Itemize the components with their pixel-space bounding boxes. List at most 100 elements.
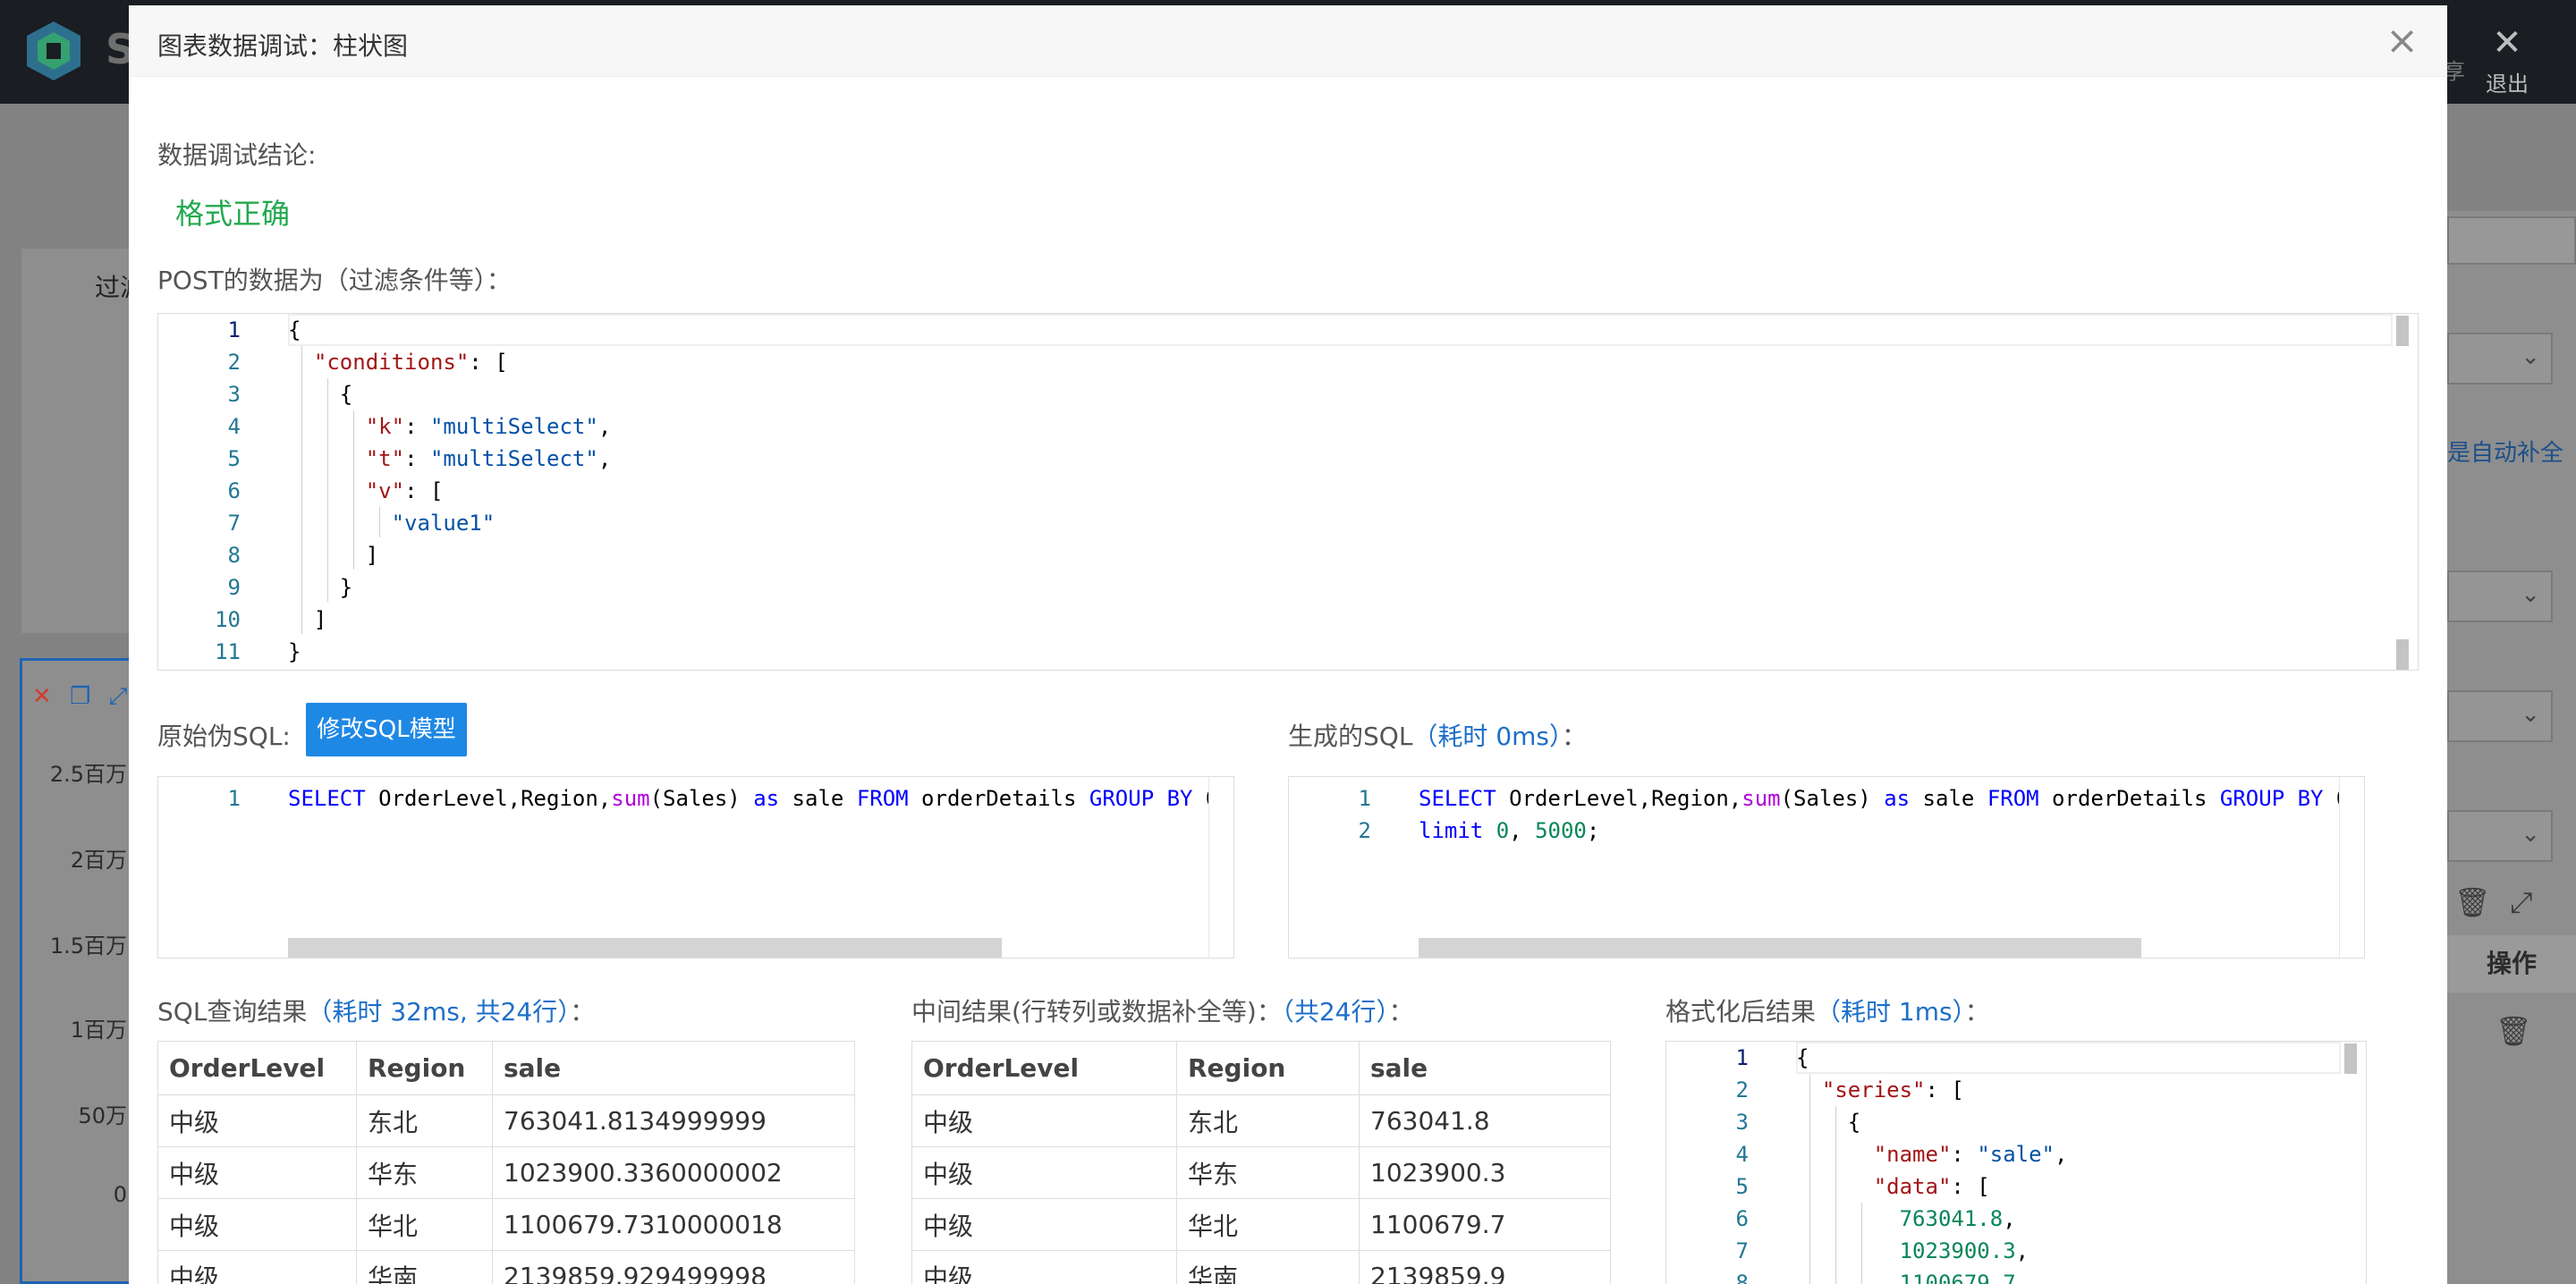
config-input[interactable] (2447, 216, 2576, 265)
code-line: 1100679.7, (1796, 1267, 2366, 1284)
json-string: "sale" (1977, 1142, 2055, 1167)
code-area[interactable]: SELECT OrderLevel,Region,sum(Sales) as s… (288, 777, 1208, 958)
json-key: "v" (365, 478, 405, 503)
line-number: 8 (227, 543, 241, 568)
config-select[interactable]: ⌄ (2447, 690, 2553, 742)
table-cell: 1100679.7310000018 (492, 1198, 855, 1251)
line-number: 6 (227, 478, 241, 503)
post-data-editor[interactable]: 1 2 3 4 5 6 7 8 9 10 11 { "conditions": … (157, 313, 2419, 671)
chevron-down-icon: ⌄ (2521, 821, 2540, 848)
exit-label: 退出 (2486, 72, 2529, 97)
sql-keyword: GROUP BY (1089, 786, 1193, 811)
config-select[interactable]: ⌄ (2447, 333, 2553, 384)
column-header: Region (356, 1041, 493, 1095)
table-cell: 中级 (157, 1094, 357, 1147)
code-area[interactable]: { "series": [ { "name": "sale", "data": … (1796, 1042, 2366, 1284)
copy-icon[interactable]: ❐ (70, 683, 90, 710)
sql-number: 0 (1496, 818, 1510, 843)
code-line: } (288, 575, 353, 600)
generated-sql-label: 生成的SQL（耗时 0ms）： (1288, 717, 1587, 753)
table-row: 中级 华东 1023900.3 (911, 1146, 1611, 1199)
config-select[interactable]: ⌄ (2447, 810, 2553, 862)
vertical-scrollbar[interactable] (2396, 316, 2409, 346)
code-line: { (288, 317, 301, 342)
table-cell: 1023900.3 (1359, 1146, 1611, 1199)
sql-text: orderDetails (2038, 786, 2220, 811)
mid-result-meta: （共24行） (1281, 997, 1389, 1026)
formatted-result-meta: （耗时 1ms） (1816, 997, 1965, 1026)
delete-icon[interactable]: ✕ (32, 683, 52, 710)
line-number: 10 (215, 607, 241, 632)
sql-keyword: SELECT (1419, 786, 1496, 811)
code-area[interactable]: { "conditions": [ { "k": "multiSelect", … (288, 314, 2418, 670)
expand-icon[interactable]: ⤢ (109, 683, 128, 710)
horizontal-scrollbar[interactable] (288, 938, 1002, 958)
generated-sql-title: 生成的SQL (1288, 722, 1413, 751)
chevron-down-icon: ⌄ (2521, 581, 2540, 608)
table-row: 中级 东北 763041.8 (911, 1094, 1611, 1147)
close-icon[interactable]: × (2385, 16, 2419, 66)
sql-text: OrderLevel,Region, (378, 786, 612, 811)
sql-function: sum (611, 786, 650, 811)
code-area[interactable]: SELECT OrderLevel,Region,sum(Sales) as s… (1419, 777, 2339, 958)
generated-sql-editor[interactable]: 1 2 SELECT OrderLevel,Region,sum(Sales) … (1288, 776, 2365, 959)
code-line: ] (288, 607, 327, 632)
auto-fill-link[interactable]: 是自动补全 (2447, 435, 2563, 468)
modal-title: 图表数据调试：柱状图 (157, 31, 409, 61)
formatted-result-editor[interactable]: 1 2 3 4 5 6 7 8 { "series": [ { "name": … (1665, 1041, 2367, 1284)
table-cell: 1023900.3360000002 (492, 1146, 855, 1199)
line-number: 7 (227, 511, 241, 536)
table-cell: 2139859.929499998 (492, 1250, 855, 1284)
table-row: 中级 华北 1100679.7 (911, 1198, 1611, 1251)
code-line: { (288, 382, 353, 407)
table-cell: 华东 (356, 1146, 493, 1199)
config-select[interactable]: ⌄ (2447, 570, 2553, 622)
table-row: 中级 华南 2139859.9 (911, 1250, 1611, 1284)
code-line: "k": "multiSelect", (365, 414, 612, 439)
vertical-scrollbar[interactable] (2396, 639, 2409, 670)
y-tick: 2.5百万 (49, 762, 127, 787)
json-number: 1023900.3 (1899, 1238, 2016, 1263)
label-colon: ： (1562, 722, 1588, 751)
label-colon: ： (1388, 997, 1414, 1026)
table-row: 中级 华南 2139859.929499998 (157, 1250, 855, 1284)
sql-function: sum (1741, 786, 1781, 811)
code-line: SELECT OrderLevel,Region,sum(Sales) as s… (288, 782, 1208, 815)
code-line: "series": [ (1821, 1077, 1964, 1102)
table-cell: 东北 (1176, 1094, 1360, 1147)
code-line: "conditions": [ (313, 350, 508, 375)
table-cell: 华东 (1176, 1146, 1360, 1199)
chevron-down-icon: ⌄ (2521, 343, 2540, 370)
fullscreen-icon[interactable]: ⤢ (2510, 885, 2533, 920)
raw-sql-editor[interactable]: 1 SELECT OrderLevel,Region,sum(Sales) as… (157, 776, 1234, 959)
raw-sql-label: 原始伪SQL: (157, 722, 291, 751)
code-line: "value1" (288, 507, 2418, 539)
line-gutter: 1 (158, 777, 288, 958)
sql-text: OrderLevel,Region, (1509, 786, 1742, 811)
filter-panel (21, 249, 138, 633)
line-number: 5 (1735, 1174, 1749, 1199)
sql-keyword: GROUP BY (2219, 786, 2324, 811)
line-number: 1 (227, 317, 241, 342)
code-line: 1023900.3, (1899, 1238, 2029, 1263)
mid-result-label: 中间结果(行转列或数据补全等)：（共24行）： (911, 993, 1414, 1028)
sql-text: (Sales) (1780, 786, 1885, 811)
scroll-track (1208, 777, 1209, 958)
json-key: "data" (1873, 1174, 1952, 1199)
line-number: 7 (1735, 1238, 1749, 1263)
code-line: "v": [ (365, 478, 444, 503)
sql-text: sale (1910, 786, 1987, 811)
vertical-scrollbar[interactable] (2344, 1043, 2357, 1074)
column-header: sale (1359, 1041, 1611, 1095)
sql-keyword: FROM (1987, 786, 2039, 811)
exit-button[interactable]: ✕ 退出 (2476, 25, 2538, 97)
trash-icon[interactable]: 🗑 (2496, 1014, 2532, 1048)
json-number: 763041.8 (1899, 1206, 2004, 1231)
line-number: 2 (1358, 818, 1371, 843)
line-number: 2 (1735, 1077, 1749, 1102)
horizontal-scrollbar[interactable] (1419, 938, 2141, 958)
edit-sql-model-button[interactable]: 修改SQL模型 (306, 703, 467, 756)
trash-icon[interactable]: 🗑 (2454, 885, 2491, 919)
line-number: 8 (1735, 1271, 1749, 1284)
table-header-row: OrderLevel Region sale (157, 1041, 855, 1095)
